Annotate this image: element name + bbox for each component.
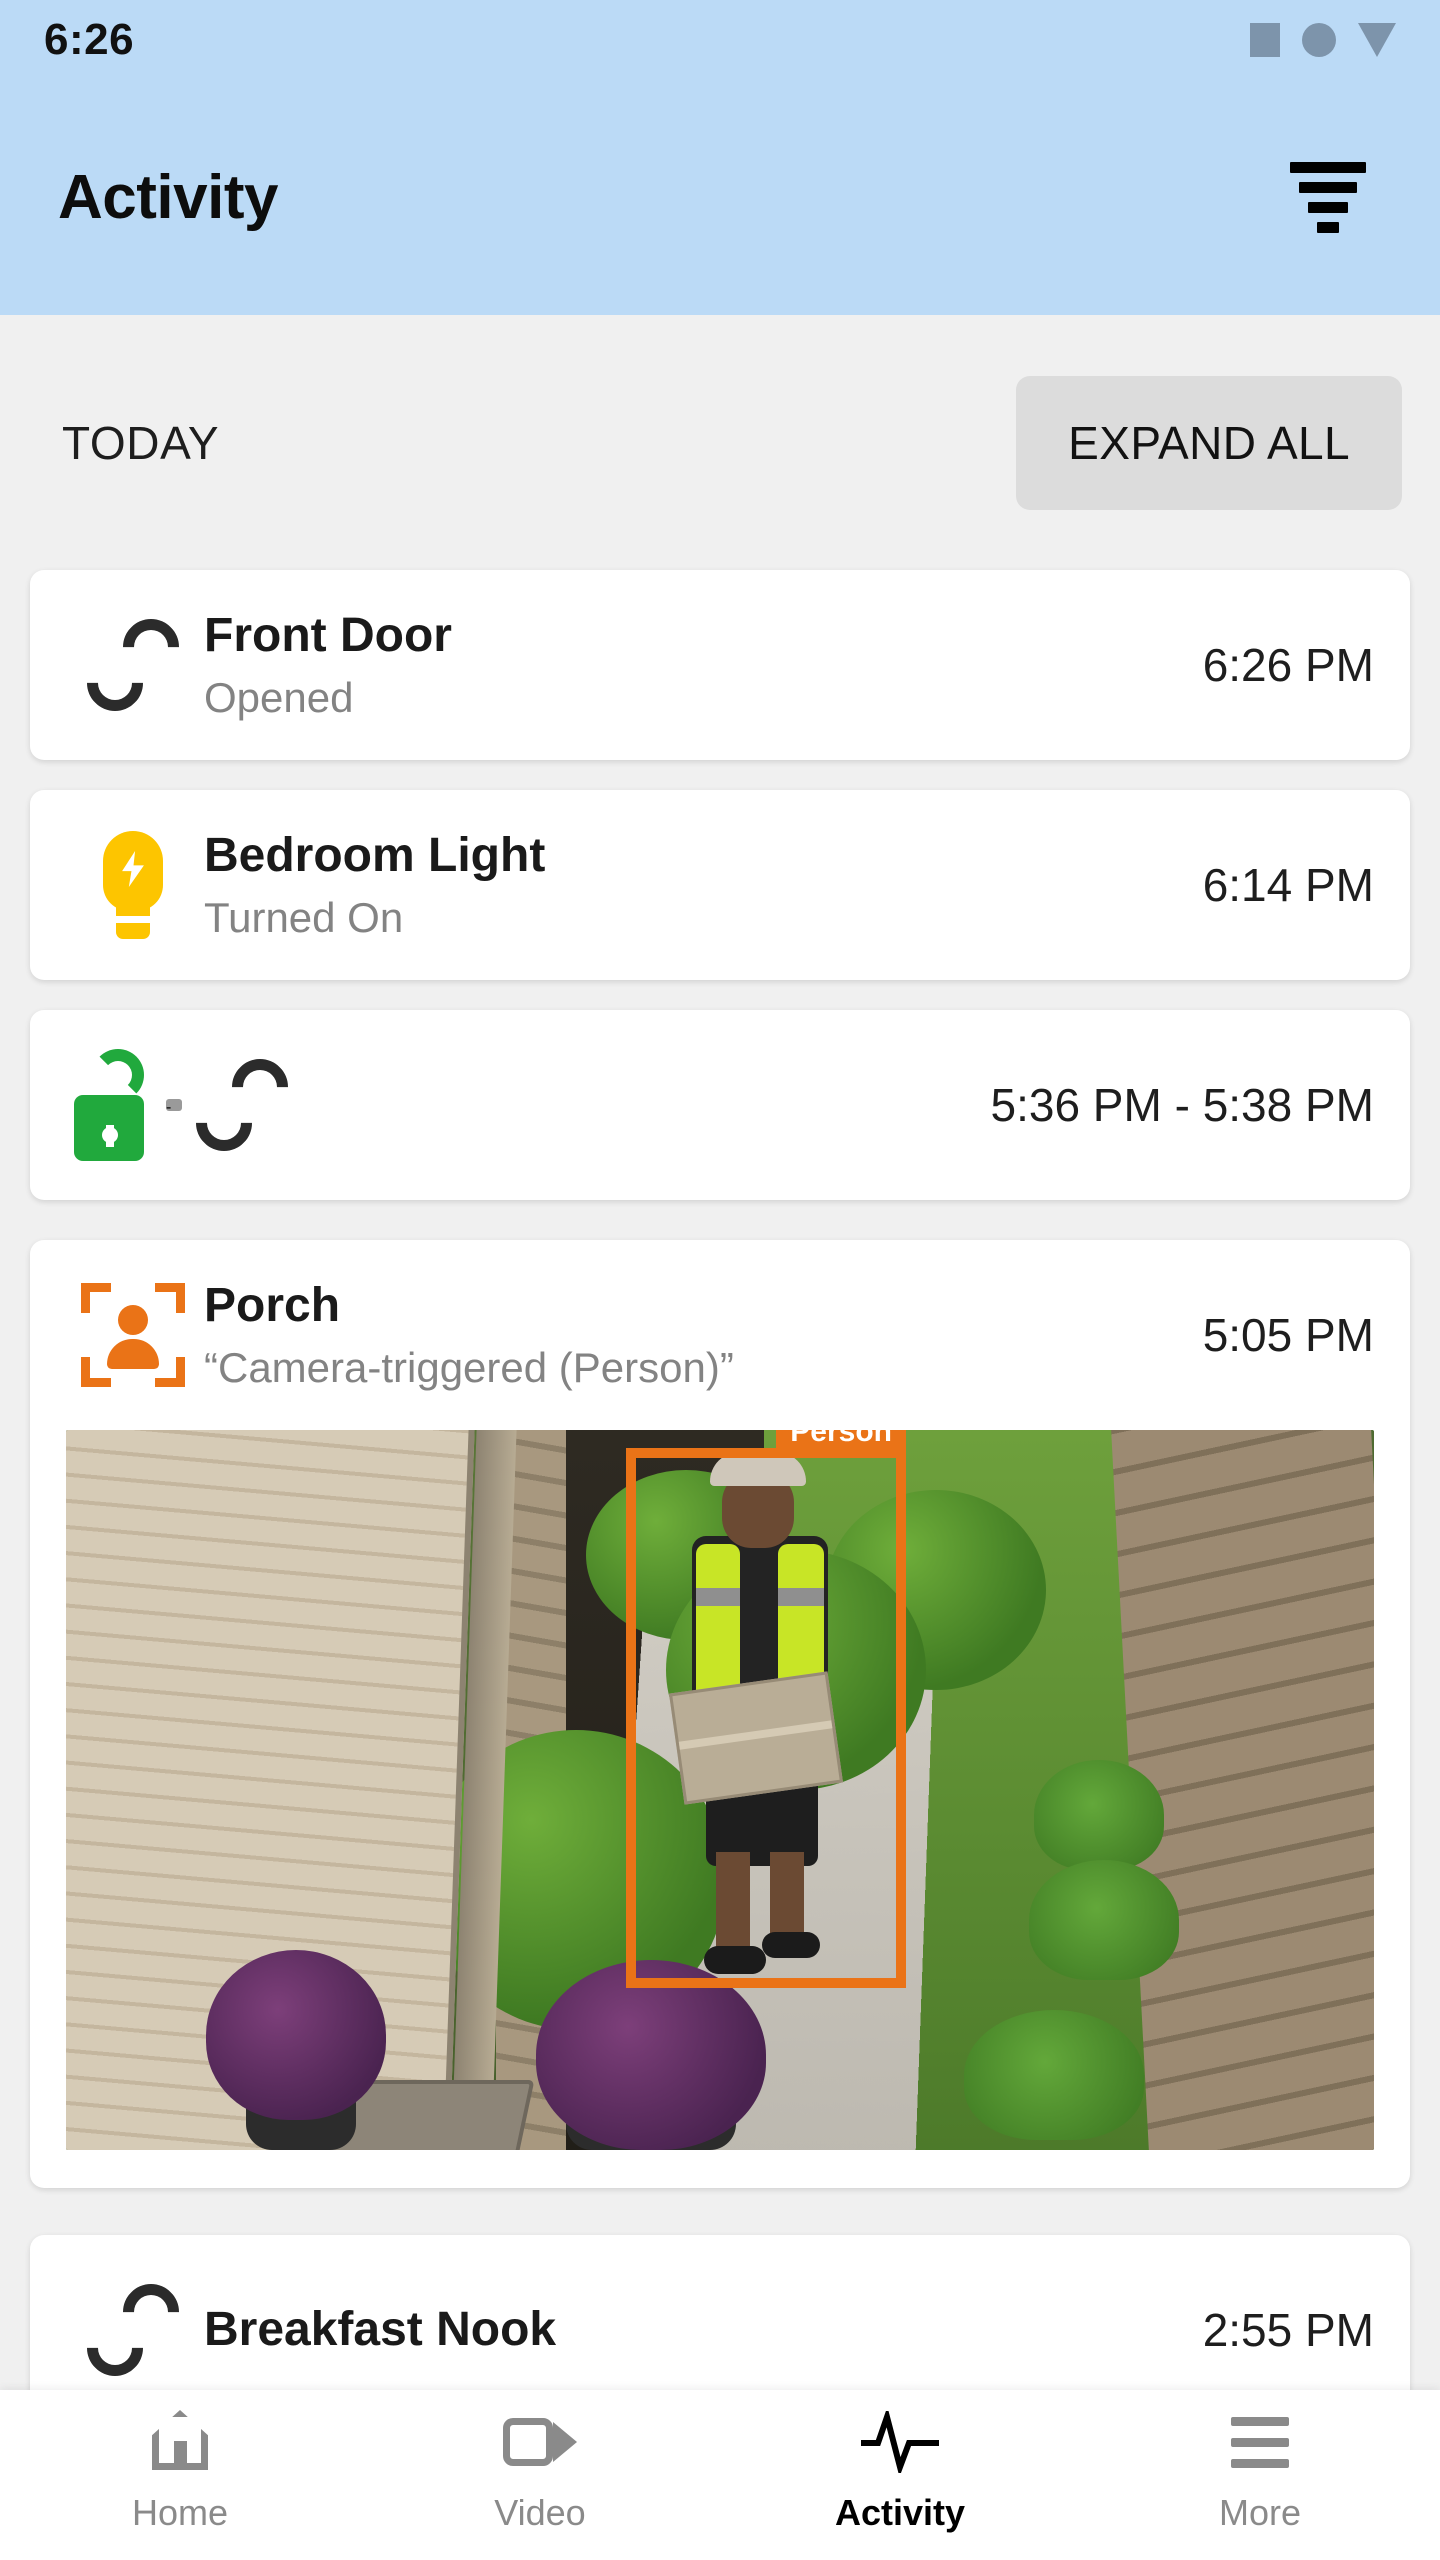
event-row[interactable]: Porch “Camera-triggered (Person)” 5:05 P… <box>30 1240 1410 1430</box>
nav-label-home: Home <box>131 2492 229 2533</box>
event-title: Front Door <box>204 609 452 663</box>
event-time: 5:36 PM - 5:38 PM <box>990 1079 1375 1131</box>
status-bar-clock: 6:26 <box>44 15 135 64</box>
activity-list[interactable]: Front Door Opened 6:26 PM Bedroom Light … <box>0 570 1440 2450</box>
event-title: Porch <box>204 1279 341 1333</box>
list-item[interactable]: Front Door Opened 6:26 PM <box>30 570 1410 760</box>
camera-snapshot[interactable]: Person <box>66 1430 1374 2150</box>
person-detection-icon <box>74 1283 192 1387</box>
event-time: 2:55 PM <box>1202 2304 1374 2356</box>
triangle-down-placeholder-icon <box>1358 23 1396 57</box>
hamburger-menu-icon <box>1231 2408 1289 2476</box>
nav-item-home[interactable]: Home <box>0 2408 360 2534</box>
event-row[interactable]: Front Door Opened 6:26 PM <box>30 570 1410 760</box>
status-bar-icons <box>1250 23 1396 57</box>
home-icon <box>148 2408 212 2476</box>
event-subtitle: Opened <box>204 673 354 721</box>
event-text: Porch “Camera-triggered (Person)” <box>192 1279 1183 1391</box>
padlock-unlocked-icon <box>74 1049 152 1161</box>
app-bar: Activity <box>0 80 1440 315</box>
activity-pulse-icon <box>860 2408 940 2476</box>
event-title: Breakfast Nook <box>204 2303 557 2357</box>
nav-item-video[interactable]: Video <box>360 2408 720 2534</box>
event-text: Front Door Opened <box>192 609 1183 721</box>
nav-item-activity[interactable]: Activity <box>720 2408 1080 2534</box>
page-title: Activity <box>58 163 278 232</box>
status-bar: 6:26 <box>0 0 1440 80</box>
event-icon-group: - <box>74 1047 374 1163</box>
detection-label: Person <box>776 1430 906 1458</box>
list-item[interactable]: Porch “Camera-triggered (Person)” 5:05 P… <box>30 1240 1410 2188</box>
event-title: Bedroom Light <box>204 829 546 883</box>
event-time: 6:26 PM <box>1202 639 1374 691</box>
contact-sensor-open-icon <box>74 2272 192 2388</box>
video-camera-icon <box>503 2408 577 2476</box>
lightbulb-on-icon <box>74 831 192 939</box>
detection-bounding-box: Person <box>626 1430 906 1988</box>
expand-all-button[interactable]: EXPAND ALL <box>1016 375 1402 510</box>
nav-label-more: More <box>1218 2492 1302 2533</box>
contact-sensor-open-icon <box>74 607 192 723</box>
event-text: Bedroom Light Turned On <box>192 829 1183 941</box>
app-screen: 6:26 Activity TODAY EXPAND ALL Front Doo… <box>0 0 1440 2560</box>
event-time: 5:05 PM <box>1202 1309 1374 1361</box>
event-subtitle: “Camera-triggered (Person)” <box>204 1343 734 1391</box>
nav-label-activity: Activity <box>834 2492 966 2533</box>
list-item[interactable]: Bedroom Light Turned On 6:14 PM <box>30 790 1410 980</box>
icon-separator: - <box>166 1099 182 1116</box>
nav-label-video: Video <box>494 2492 586 2533</box>
bottom-navigation: Home Video Activity More <box>0 2390 1440 2560</box>
nav-item-more[interactable]: More <box>1080 2408 1440 2534</box>
filter-icon[interactable] <box>1278 162 1378 233</box>
square-placeholder-icon <box>1250 23 1280 57</box>
event-subtitle: Turned On <box>204 893 404 941</box>
contact-sensor-open-icon <box>184 1047 300 1163</box>
event-row[interactable]: - 5:36 PM - 5:38 PM <box>30 1010 1410 1200</box>
event-time: 6:14 PM <box>1202 859 1374 911</box>
circle-placeholder-icon <box>1302 23 1336 57</box>
section-header: TODAY EXPAND ALL <box>0 315 1440 570</box>
event-text: Breakfast Nook <box>192 2303 1183 2357</box>
section-label-today: TODAY <box>62 416 220 469</box>
list-item[interactable]: - 5:36 PM - 5:38 PM <box>30 1010 1410 1200</box>
event-row[interactable]: Bedroom Light Turned On 6:14 PM <box>30 790 1410 980</box>
